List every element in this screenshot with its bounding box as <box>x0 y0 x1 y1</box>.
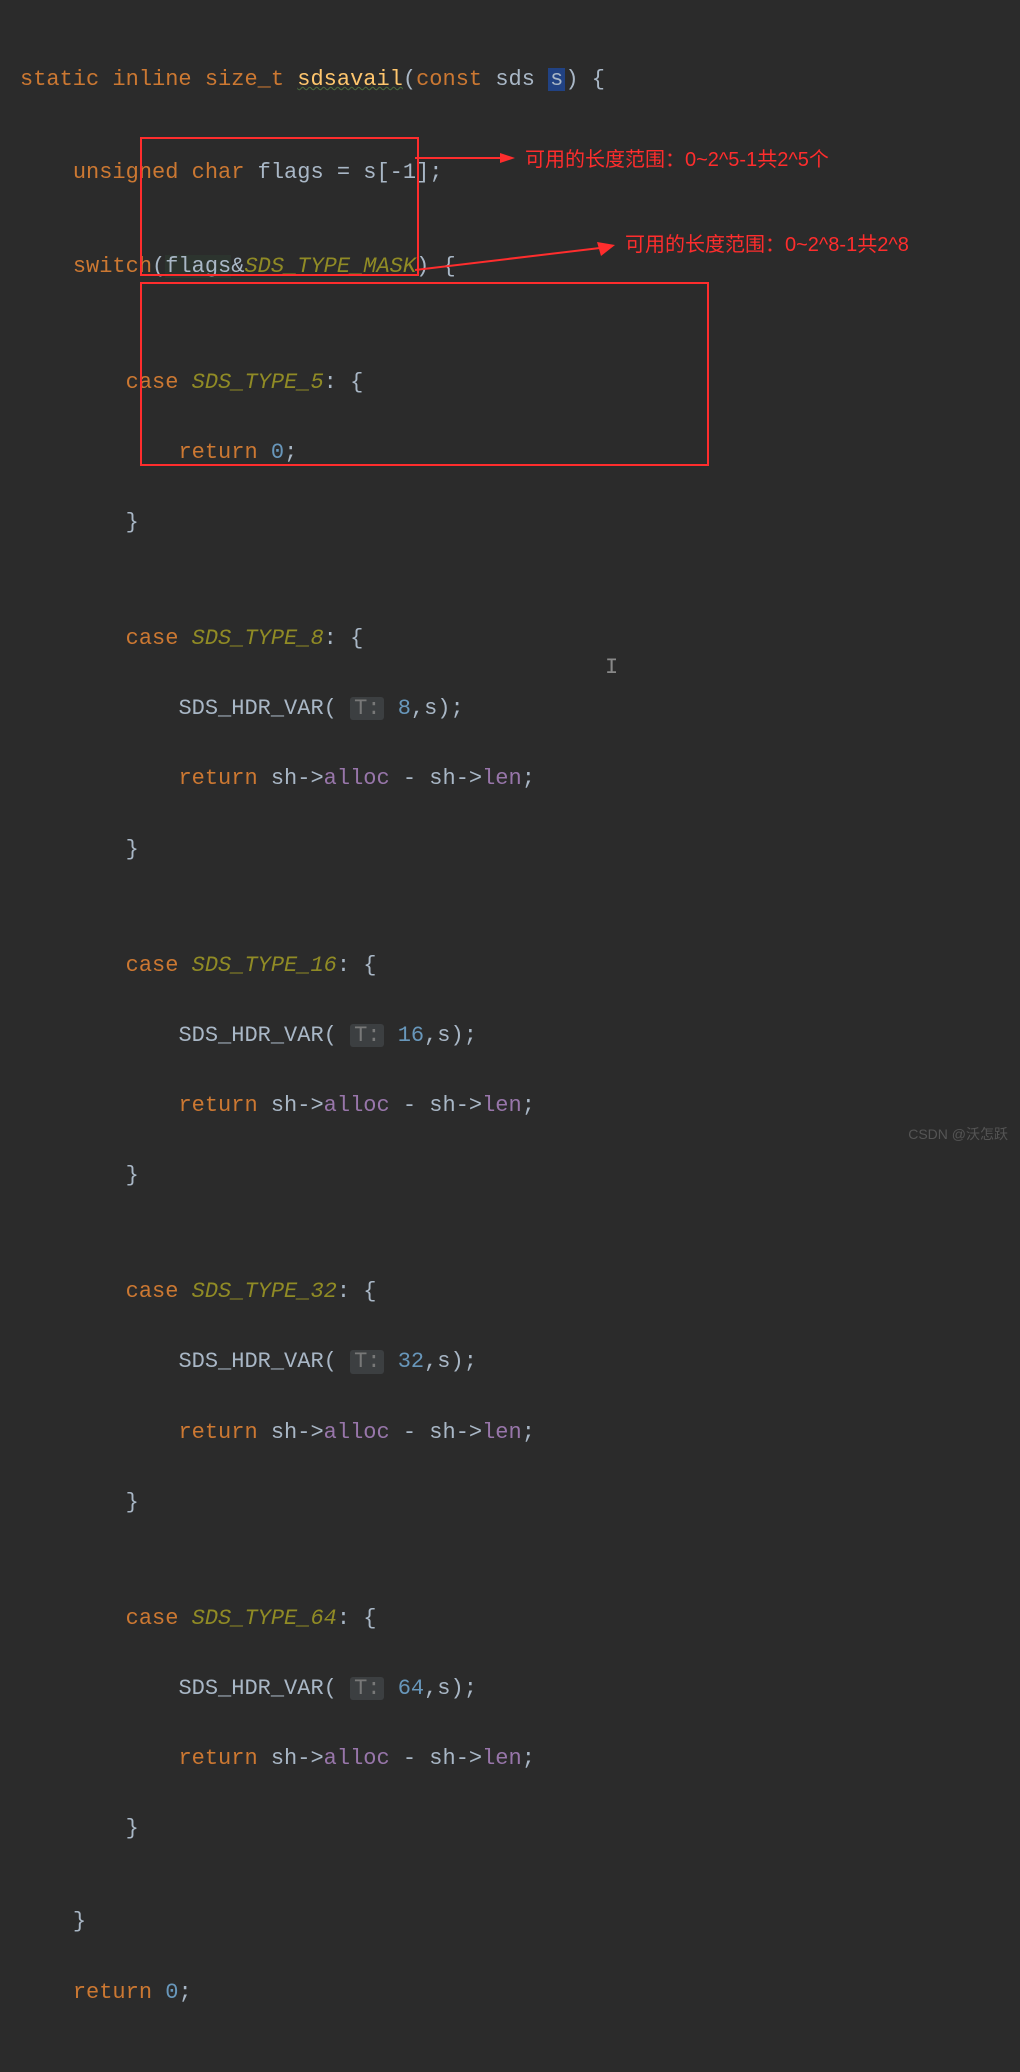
rbrace8: } <box>126 838 139 861</box>
len64: len <box>482 1747 522 1770</box>
annotation-text-1: 可用的长度范围：0~2^5-1共2^5个 <box>525 143 829 172</box>
kw-case64: case <box>126 1607 179 1630</box>
rbrace-switch: } <box>73 1910 86 1933</box>
rbrace32: } <box>126 1491 139 1514</box>
kw-static: static <box>20 68 99 91</box>
annotation-text-2: 可用的长度范围：0~2^8-1共2^8 <box>625 228 909 257</box>
len16: len <box>482 1094 522 1117</box>
alloc32: alloc <box>324 1421 390 1444</box>
sig-open: ( <box>403 68 416 91</box>
label32: SDS_TYPE_32 <box>192 1280 337 1303</box>
colon5: : <box>324 371 337 394</box>
hint64: T: <box>350 1677 384 1700</box>
var-flags: flags <box>258 161 324 184</box>
kw-const: const <box>416 68 482 91</box>
sh16a: sh-> <box>271 1094 324 1117</box>
hint16: T: <box>350 1024 384 1047</box>
arg32: ,s); <box>424 1350 477 1373</box>
switch-var: flags <box>165 255 231 278</box>
val5: 0 <box>271 441 284 464</box>
minus32: - <box>390 1421 430 1444</box>
sh32b: sh-> <box>429 1421 482 1444</box>
kw-case8: case <box>126 627 179 650</box>
kw-unsigned: unsigned <box>73 161 179 184</box>
code-block: static inline size_t sdsavail(const sds … <box>0 0 1020 2072</box>
colon8: : { <box>324 627 364 650</box>
semi-end: ; <box>178 1981 191 2004</box>
tval64: 64 <box>398 1677 424 1700</box>
macro16: SDS_HDR_VAR <box>178 1024 323 1047</box>
kw-switch: switch <box>73 255 152 278</box>
kw-case16: case <box>126 954 179 977</box>
label16: SDS_TYPE_16 <box>192 954 337 977</box>
semi5: ; <box>284 441 297 464</box>
return5: return <box>178 441 257 464</box>
watermark: CSDN @沃怎跃 <box>908 1124 1008 1144</box>
tval8: 8 <box>398 697 411 720</box>
minus8: - <box>390 767 430 790</box>
mask: SDS_TYPE_MASK <box>244 255 416 278</box>
minus64: - <box>390 1747 430 1770</box>
eq: = <box>337 161 350 184</box>
alloc8: alloc <box>324 767 390 790</box>
semi32: ; <box>522 1421 535 1444</box>
macro8: SDS_HDR_VAR <box>178 697 323 720</box>
sh8b: sh-> <box>429 767 482 790</box>
type-sizet: size_t <box>205 68 284 91</box>
len32: len <box>482 1421 522 1444</box>
semi16: ; <box>522 1094 535 1117</box>
label5: SDS_TYPE_5 <box>192 371 324 394</box>
colon16: : { <box>337 954 377 977</box>
brace5: { <box>350 371 363 394</box>
alloc16: alloc <box>324 1094 390 1117</box>
kw-case32: case <box>126 1280 179 1303</box>
colon64: : { <box>337 1607 377 1630</box>
kw-inline: inline <box>112 68 191 91</box>
paren: ( <box>152 255 165 278</box>
arg8: ,s); <box>411 697 464 720</box>
arg64: ,s); <box>424 1677 477 1700</box>
sh8a: sh-> <box>271 767 324 790</box>
len8: len <box>482 767 522 790</box>
amp: & <box>231 255 244 278</box>
text-cursor-icon: I <box>605 655 618 680</box>
return-end: return <box>73 1981 152 2004</box>
macro64: SDS_HDR_VAR <box>178 1677 323 1700</box>
sh32a: sh-> <box>271 1421 324 1444</box>
return64: return <box>178 1747 257 1770</box>
sh64a: sh-> <box>271 1747 324 1770</box>
rbrace16: } <box>126 1164 139 1187</box>
fn-name: sdsavail <box>297 68 403 91</box>
arg16: ,s); <box>424 1024 477 1047</box>
kw-case5: case <box>126 371 179 394</box>
rbrace5: } <box>126 511 139 534</box>
ptype: sds <box>495 68 535 91</box>
semi8: ; <box>522 767 535 790</box>
rbrace64: } <box>126 1817 139 1840</box>
hint8: T: <box>350 697 384 720</box>
close: ) { <box>416 255 456 278</box>
sh64b: sh-> <box>429 1747 482 1770</box>
return16: return <box>178 1094 257 1117</box>
semi64: ; <box>522 1747 535 1770</box>
macro32: SDS_HDR_VAR <box>178 1350 323 1373</box>
rhs: s[-1]; <box>363 161 442 184</box>
sig-close: ) { <box>565 68 605 91</box>
tval32: 32 <box>398 1350 424 1373</box>
val-end: 0 <box>165 1981 178 2004</box>
alloc64: alloc <box>324 1747 390 1770</box>
label8: SDS_TYPE_8 <box>192 627 324 650</box>
pname: s <box>548 68 565 91</box>
kw-char: char <box>192 161 245 184</box>
colon32: : { <box>337 1280 377 1303</box>
label64: SDS_TYPE_64 <box>192 1607 337 1630</box>
return32: return <box>178 1421 257 1444</box>
hint32: T: <box>350 1350 384 1373</box>
minus16: - <box>390 1094 430 1117</box>
sh16b: sh-> <box>429 1094 482 1117</box>
return8: return <box>178 767 257 790</box>
tval16: 16 <box>398 1024 424 1047</box>
